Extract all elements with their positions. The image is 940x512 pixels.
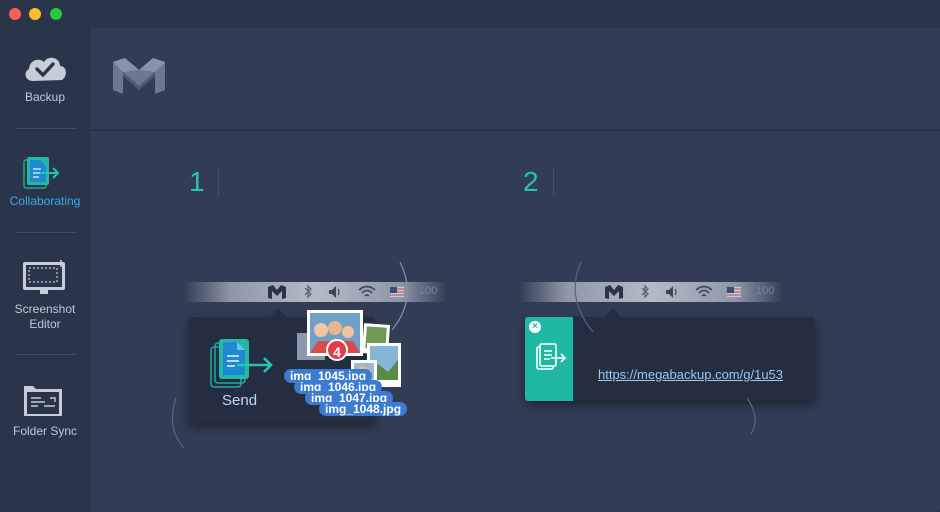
battery-percent: 100 xyxy=(419,285,438,297)
sidebar-divider xyxy=(16,354,76,355)
send-link-icon xyxy=(536,343,567,370)
send-files-icon xyxy=(23,157,60,189)
sidebar-item-collaborating[interactable]: Collaborating xyxy=(0,154,90,214)
decorative-arcs xyxy=(171,261,408,449)
header-divider xyxy=(91,129,940,131)
folder-sync-icon xyxy=(24,386,62,416)
sidebar-item-backup[interactable]: Backup xyxy=(0,50,90,110)
step-number: 1 xyxy=(189,166,205,197)
zoom-window-button[interactable] xyxy=(50,8,62,20)
main-panel: 1 100 Send 4 img_1045.jpg img_1046.jpg i… xyxy=(91,28,940,512)
sidebar-item-folder-sync[interactable]: Folder Sync xyxy=(0,380,90,440)
minimize-window-button[interactable] xyxy=(29,8,41,20)
close-notification-button[interactable]: × xyxy=(529,321,541,333)
screenshot-icon xyxy=(23,260,65,294)
sidebar-item-label: Collaborating xyxy=(9,194,81,208)
close-window-button[interactable] xyxy=(9,8,21,20)
app-window: Backup Collaborating Screenshot Editor F… xyxy=(0,0,940,512)
sidebar-item-label-line2: Editor xyxy=(29,317,61,331)
sidebar-item-label: Backup xyxy=(24,90,66,104)
title-bar xyxy=(0,0,940,28)
step-divider xyxy=(553,168,554,196)
decorative-arcs xyxy=(574,261,756,435)
sidebar-item-label: Folder Sync xyxy=(12,424,78,438)
step-divider xyxy=(218,168,219,196)
sidebar-item-screenshot-editor[interactable]: Screenshot Editor xyxy=(0,258,90,334)
sidebar: Backup Collaborating Screenshot Editor F… xyxy=(0,28,90,512)
sidebar-divider xyxy=(16,128,76,129)
megabackup-logo-icon xyxy=(113,58,165,94)
sidebar-item-label-line1: Screenshot xyxy=(14,302,76,316)
sidebar-divider xyxy=(16,232,76,233)
cloud-check-icon xyxy=(25,57,66,81)
step-number: 2 xyxy=(523,166,539,197)
